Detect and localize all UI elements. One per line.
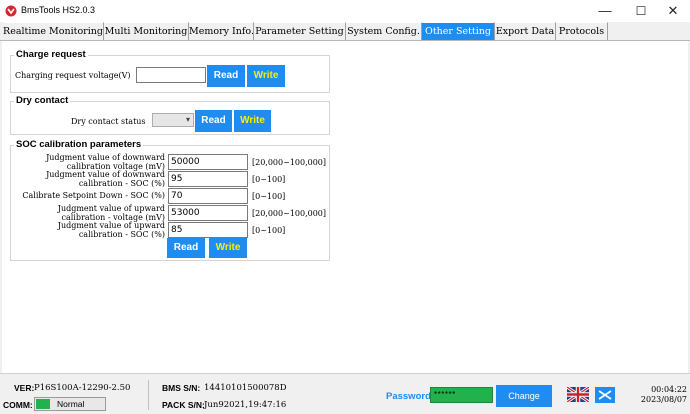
charge-read-button[interactable]: Read <box>207 65 245 87</box>
app-window: BmsTools HS2.0.3 — ☐ ✕ Realtime Monitori… <box>0 0 690 414</box>
pack-sn-key: PACK S/N: <box>162 400 205 410</box>
soc-calibration-title: SOC calibration parameters <box>14 139 144 150</box>
label-line: Calibrate Setpoint Down - SOC (%) <box>22 191 165 200</box>
password-label: Password <box>386 391 431 402</box>
upward-soc-range: [0~100] <box>252 226 286 235</box>
dry-contact-status-label: Dry contact status <box>71 117 146 126</box>
downward-soc-label: Judgment value of downward calibration -… <box>19 170 165 188</box>
other-setting-panel: Charge request Charging request voltage(… <box>2 41 688 373</box>
minimize-button[interactable]: — <box>588 0 622 22</box>
date-text: 2023/08/07 <box>640 395 687 404</box>
label-line: calibration - SOC (%) <box>78 178 165 188</box>
ver-value: P16S100A-12290-2.50 <box>34 383 131 393</box>
tab-other-setting[interactable]: Other Setting <box>422 22 495 40</box>
upward-voltage-label: Judgment value of upward calibration - v… <box>19 204 165 222</box>
bms-logo-icon <box>5 5 17 17</box>
bms-sn-key: BMS S/N: <box>162 383 201 393</box>
downward-voltage-range: [20,000~100,000] <box>252 158 327 167</box>
ver-key: VER: <box>14 383 35 393</box>
window-title: BmsTools HS2.0.3 <box>21 5 96 15</box>
dry-contact-read-button[interactable]: Read <box>195 110 232 132</box>
bms-sn-value: 14410101500078D <box>204 383 287 393</box>
setpoint-down-soc-range: [0~100] <box>252 192 286 201</box>
upward-soc-label: Judgment value of upward calibration - S… <box>19 221 165 239</box>
downward-voltage-label: Judgment value of downward calibration v… <box>19 153 165 171</box>
password-input[interactable]: ****** <box>430 387 493 403</box>
tab-protocols[interactable]: Protocols <box>556 22 608 40</box>
tab-system-config[interactable]: System Config. <box>346 22 422 40</box>
comm-key: COMM: <box>3 400 33 410</box>
charge-write-button[interactable]: Write <box>247 65 285 87</box>
time-text: 00:04:22 <box>651 385 687 394</box>
label-line: calibration - SOC (%) <box>78 229 165 239</box>
comm-status-led <box>36 399 50 409</box>
clock: 00:04:22 2023/08/07 <box>632 385 687 405</box>
maximize-button[interactable]: ☐ <box>624 0 658 22</box>
tab-realtime-monitoring[interactable]: Realtime Monitoring <box>3 22 104 40</box>
device-link-icon[interactable] <box>595 387 615 403</box>
dry-contact-title: Dry contact <box>14 95 71 106</box>
setpoint-down-soc-input[interactable]: 70 <box>168 188 248 204</box>
uk-flag-icon[interactable] <box>567 387 589 402</box>
downward-soc-range: [0~100] <box>252 175 286 184</box>
setpoint-down-soc-label: Calibrate Setpoint Down - SOC (%) <box>19 191 165 201</box>
tab-memory-info[interactable]: Memory Info. <box>189 22 254 40</box>
chevron-down-icon: ▾ <box>185 115 190 124</box>
status-bar: VER: P16S100A-12290-2.50 COMM: Normal BM… <box>0 373 690 414</box>
upward-soc-input[interactable]: 85 <box>168 222 248 238</box>
close-button[interactable]: ✕ <box>656 0 690 22</box>
charging-voltage-label: Charging request voltage(V) <box>15 71 131 80</box>
charge-request-title: Charge request <box>14 49 88 60</box>
tab-export-data[interactable]: Export Data <box>495 22 556 40</box>
dry-contact-status-select[interactable]: ▾ <box>152 113 194 127</box>
title-bar: BmsTools HS2.0.3 — ☐ ✕ <box>0 0 690 22</box>
dry-contact-write-button[interactable]: Write <box>234 110 271 132</box>
tab-strip: Realtime Monitoring Multi Monitoring Mem… <box>0 22 690 40</box>
comm-value: Normal <box>57 399 85 409</box>
soc-write-button[interactable]: Write <box>209 238 247 258</box>
tab-multi-monitoring[interactable]: Multi Monitoring <box>104 22 189 40</box>
upward-voltage-range: [20,000~100,000] <box>252 209 327 218</box>
pack-sn-value: Jun92021,19:47:16 <box>204 400 287 410</box>
status-divider <box>148 380 149 410</box>
charging-voltage-input[interactable] <box>136 67 206 83</box>
comm-status: Normal <box>34 397 106 411</box>
tab-parameter-setting[interactable]: Parameter Setting <box>254 22 346 40</box>
upward-voltage-input[interactable]: 53000 <box>168 205 248 221</box>
change-password-button[interactable]: Change <box>496 385 552 407</box>
downward-soc-input[interactable]: 95 <box>168 171 248 187</box>
soc-read-button[interactable]: Read <box>167 238 205 258</box>
downward-voltage-input[interactable]: 50000 <box>168 154 248 170</box>
